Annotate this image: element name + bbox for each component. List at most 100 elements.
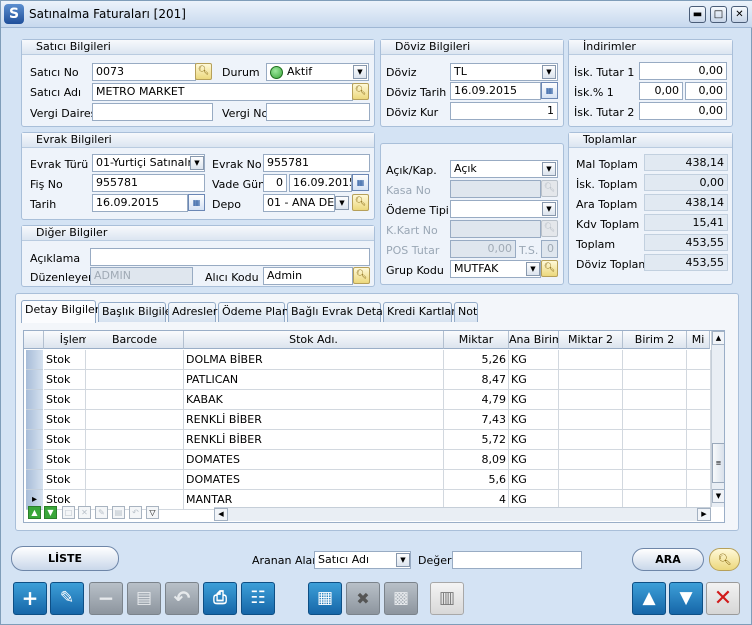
tab-addresses[interactable]: Adresler bbox=[168, 302, 217, 322]
tab-credit-cards[interactable]: Kredi Kartları bbox=[383, 302, 459, 322]
nav-post-icon[interactable]: ▤ bbox=[112, 506, 125, 519]
column-header[interactable]: Barcode bbox=[86, 331, 184, 349]
table-edit-icon[interactable]: ▩ bbox=[384, 582, 418, 615]
row-indicator[interactable] bbox=[26, 450, 43, 470]
cell-miktar[interactable]: 5,6 bbox=[444, 470, 509, 490]
discount-percent-1-amount-field[interactable]: 0,00 bbox=[685, 82, 727, 100]
cell-miktar[interactable]: 5,72 bbox=[444, 430, 509, 450]
list-button[interactable]: LİSTE bbox=[11, 546, 119, 571]
currency-date-field[interactable]: 16.09.2015 bbox=[450, 82, 541, 100]
search-lookup-icon[interactable]: 🔍︎ bbox=[709, 548, 740, 571]
search-value-input[interactable] bbox=[452, 551, 582, 569]
cell-empty[interactable] bbox=[559, 350, 623, 370]
document-no-field[interactable]: 955781 bbox=[263, 154, 370, 172]
cell-empty[interactable] bbox=[559, 470, 623, 490]
cell-empty[interactable] bbox=[623, 390, 687, 410]
cell-barcode[interactable] bbox=[86, 370, 184, 390]
discount-percent-1-field[interactable]: 0,00 bbox=[639, 82, 683, 100]
row-indicator[interactable] bbox=[26, 350, 43, 370]
cell-birim[interactable]: KG bbox=[509, 350, 559, 370]
column-header[interactable]: Mi bbox=[687, 331, 710, 349]
cell-barcode[interactable] bbox=[86, 390, 184, 410]
cell-barcode[interactable] bbox=[86, 470, 184, 490]
cell-stok[interactable]: DOMATES bbox=[184, 450, 444, 470]
row-indicator[interactable] bbox=[26, 470, 43, 490]
payment-type-dropdown-icon[interactable]: ▼ bbox=[542, 202, 556, 216]
receipt-no-field[interactable]: 955781 bbox=[92, 174, 205, 192]
scroll-right-icon[interactable]: ▶ bbox=[697, 508, 711, 521]
cell-empty[interactable] bbox=[559, 450, 623, 470]
cell-stok[interactable]: DOLMA BİBER bbox=[184, 350, 444, 370]
cell-empty[interactable] bbox=[559, 410, 623, 430]
row-indicator[interactable] bbox=[26, 390, 43, 410]
horizontal-scrollbar[interactable]: ◀ ▶ bbox=[214, 507, 711, 521]
cell-miktar[interactable]: 7,43 bbox=[444, 410, 509, 430]
scroll-up-icon[interactable]: ▲ bbox=[712, 331, 724, 345]
cell-birim[interactable]: KG bbox=[509, 390, 559, 410]
seller-no-field[interactable]: 0073 bbox=[92, 63, 196, 81]
description-field[interactable] bbox=[90, 248, 370, 266]
cell-stok[interactable]: RENKLİ BİBER bbox=[184, 430, 444, 450]
tab-linked-documents[interactable]: Bağlı Evrak Detayı bbox=[287, 302, 392, 322]
maximize-button[interactable]: □ bbox=[710, 6, 727, 23]
cell-empty[interactable] bbox=[623, 370, 687, 390]
row-indicator[interactable] bbox=[26, 410, 43, 430]
group-code-lookup-icon[interactable]: 🔍︎ bbox=[541, 260, 558, 277]
row-indicator[interactable] bbox=[26, 430, 43, 450]
open-closed-dropdown-icon[interactable]: ▼ bbox=[542, 162, 556, 176]
add-icon[interactable]: + bbox=[13, 582, 47, 615]
minimize-button[interactable]: ▬ bbox=[689, 6, 706, 23]
due-date-field[interactable]: 16.09.2015 bbox=[289, 174, 352, 192]
discount-amount-2-field[interactable]: 0,00 bbox=[639, 102, 727, 120]
exchange-rate-field[interactable]: 1 bbox=[450, 102, 558, 120]
nav-down-icon[interactable]: ▼ bbox=[44, 506, 57, 519]
cell-islem[interactable]: Stok bbox=[44, 410, 86, 430]
seller-name-lookup-icon[interactable]: 🔍︎ bbox=[352, 83, 369, 100]
cell-empty[interactable] bbox=[687, 350, 711, 370]
cell-stok[interactable]: PATLICAN bbox=[184, 370, 444, 390]
buyer-code-lookup-icon[interactable]: 🔍︎ bbox=[353, 267, 370, 284]
scroll-left-icon[interactable]: ◀ bbox=[214, 508, 228, 521]
discount-amount-1-field[interactable]: 0,00 bbox=[639, 62, 727, 80]
date-calendar-icon[interactable]: ▦ bbox=[188, 194, 205, 211]
currency-date-calendar-icon[interactable]: ▦ bbox=[541, 82, 558, 99]
cell-empty[interactable] bbox=[623, 430, 687, 450]
cell-miktar[interactable]: 5,26 bbox=[444, 350, 509, 370]
cell-birim[interactable]: KG bbox=[509, 370, 559, 390]
tax-office-field[interactable] bbox=[92, 103, 213, 121]
row-indicator[interactable] bbox=[26, 370, 43, 390]
move-up-icon[interactable]: ▲ bbox=[632, 582, 666, 615]
undo-icon[interactable]: ↶ bbox=[165, 582, 199, 615]
edit-icon[interactable]: ✎ bbox=[50, 582, 84, 615]
cell-empty[interactable] bbox=[559, 370, 623, 390]
seller-name-field[interactable]: METRO MARKET bbox=[92, 83, 353, 101]
cell-empty[interactable] bbox=[687, 410, 711, 430]
group-code-dropdown-icon[interactable]: ▼ bbox=[526, 262, 540, 276]
cell-islem[interactable]: Stok bbox=[44, 430, 86, 450]
column-header[interactable]: Birim 2 bbox=[623, 331, 687, 349]
tab-note[interactable]: Not bbox=[454, 302, 478, 322]
column-header[interactable]: Ana Birim bbox=[509, 331, 559, 349]
save-icon[interactable]: ▤ bbox=[127, 582, 161, 615]
cell-empty[interactable] bbox=[687, 450, 711, 470]
tree-view-icon[interactable]: ☷ bbox=[241, 582, 275, 615]
cell-empty[interactable] bbox=[559, 390, 623, 410]
cell-islem[interactable]: Stok bbox=[44, 370, 86, 390]
search-field-dropdown-icon[interactable]: ▼ bbox=[396, 553, 410, 567]
column-header[interactable]: Miktar bbox=[444, 331, 509, 349]
scroll-thumb[interactable]: ≡ bbox=[712, 443, 724, 483]
warehouse-dropdown-icon[interactable]: ▼ bbox=[335, 196, 349, 210]
close-form-icon[interactable]: ✕ bbox=[706, 582, 740, 615]
due-days-field[interactable]: 0 bbox=[263, 174, 287, 192]
cell-islem[interactable]: Stok bbox=[44, 470, 86, 490]
close-window-button[interactable]: ✕ bbox=[731, 6, 748, 23]
cell-birim[interactable]: KG bbox=[509, 450, 559, 470]
cell-islem[interactable]: Stok bbox=[44, 350, 86, 370]
warehouse-lookup-icon[interactable]: 🔍︎ bbox=[352, 194, 369, 211]
due-date-calendar-icon[interactable]: ▦ bbox=[352, 174, 369, 191]
cell-stok[interactable]: KABAK bbox=[184, 390, 444, 410]
nav-cancel-icon[interactable]: ↶ bbox=[129, 506, 142, 519]
scroll-down-icon[interactable]: ▼ bbox=[712, 489, 724, 503]
cell-empty[interactable] bbox=[623, 350, 687, 370]
cell-empty[interactable] bbox=[559, 430, 623, 450]
